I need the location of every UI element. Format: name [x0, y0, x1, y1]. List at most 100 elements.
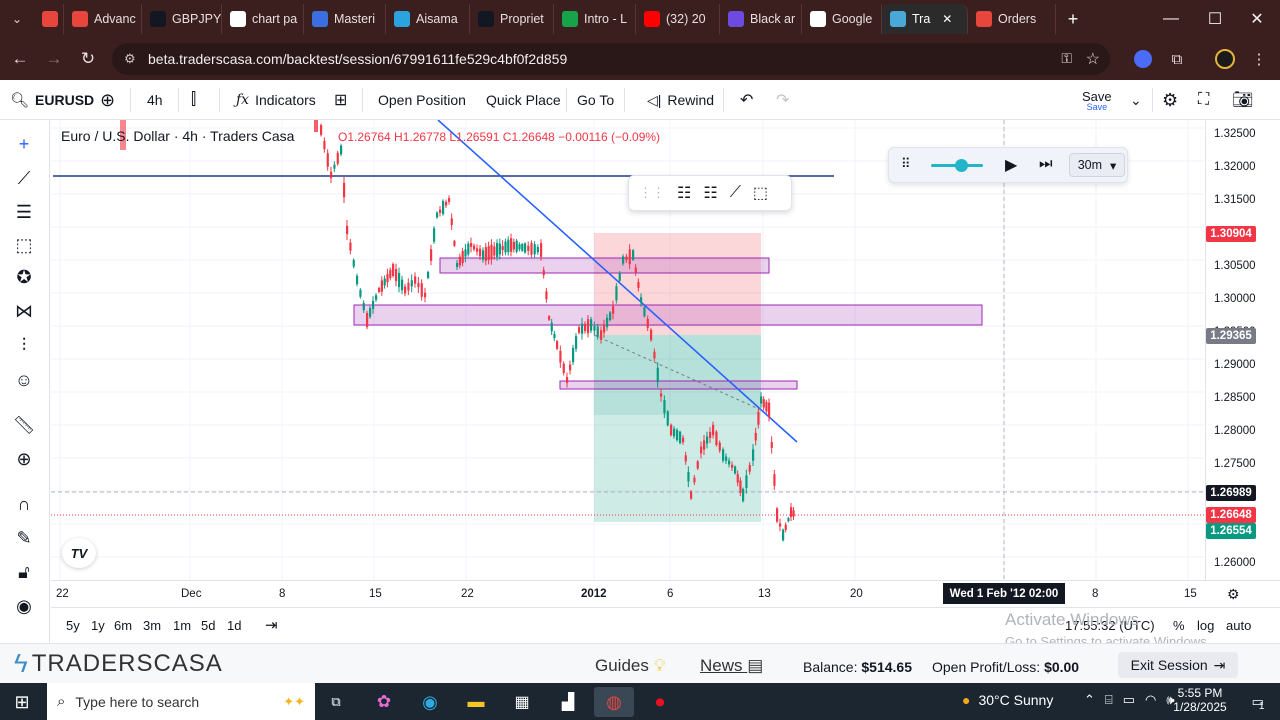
news-link[interactable]: News ▤	[700, 656, 763, 676]
open-position-button[interactable]: Open Position	[378, 80, 466, 120]
puzzle-icon[interactable]: ⧉	[1162, 44, 1192, 74]
chrome-button[interactable]: ◍	[594, 687, 634, 717]
fullscreen-button[interactable]: ⛶	[1198, 80, 1209, 120]
new-tab-button[interactable]: +	[1056, 4, 1090, 34]
speed-slider-thumb[interactable]	[955, 159, 968, 172]
interval-button[interactable]: 4h	[147, 80, 163, 120]
rewind-button[interactable]: ◁| Rewind	[647, 80, 714, 120]
bookmark-star-icon[interactable]: ☆	[1086, 49, 1100, 69]
step-forward-button[interactable]: ⏭︎	[1039, 155, 1053, 172]
range-button[interactable]: 3m	[143, 618, 161, 633]
password-key-icon[interactable]: ⚿	[1061, 50, 1072, 67]
icons-tool[interactable]: ☺	[10, 366, 38, 394]
browser-tab[interactable]: (32) 20	[636, 4, 720, 34]
guides-link[interactable]: Guides 💡︎	[595, 656, 666, 676]
browser-tab[interactable]: Google	[802, 4, 882, 34]
recorder-button[interactable]: ⏺︎	[640, 687, 680, 717]
range-button[interactable]: 6m	[114, 618, 132, 633]
save-button[interactable]: Save Save	[1082, 80, 1112, 120]
clock[interactable]: 5:55 PM 1/28/2025	[1168, 686, 1232, 714]
browser-tab[interactable]	[34, 4, 64, 34]
extension-icon[interactable]	[1128, 44, 1158, 74]
notifications-button[interactable]: ▭ 1	[1238, 687, 1278, 717]
measure-tool[interactable]: 📏︎	[10, 411, 38, 439]
goto-date-icon[interactable]: ⇥	[265, 616, 278, 634]
browser-tab[interactable]: Intro - L	[554, 4, 636, 34]
edge-button[interactable]: ◉	[410, 687, 450, 717]
close-tab-icon[interactable]: ✕	[942, 12, 952, 26]
traderscasa-logo[interactable]: ϟ TRADERSCASA	[14, 648, 223, 679]
auto-toggle[interactable]: auto	[1226, 618, 1251, 633]
browser-tab[interactable]: Masteri	[304, 4, 386, 34]
browser-tab[interactable]: chart pa	[222, 4, 304, 34]
range-button[interactable]: 1d	[227, 618, 241, 633]
metatrader-button[interactable]: ▟	[548, 687, 588, 717]
close-window-button[interactable]: ✕	[1234, 0, 1280, 38]
timezone-gear-icon[interactable]: ⚙	[1227, 586, 1240, 603]
log-toggle[interactable]: log	[1197, 618, 1214, 633]
percent-toggle[interactable]: %	[1173, 618, 1185, 633]
browser-tab[interactable]: GBPJPY	[142, 4, 222, 34]
system-tray[interactable]: ⌃ ⌸ ▭ ◠ 🕪︎	[1084, 692, 1175, 708]
drag-handle-icon[interactable]: ⋮⋮	[639, 185, 665, 201]
tab-search-icon[interactable]: ⌄	[0, 4, 34, 34]
weather-widget[interactable]: ● 30°C Sunny	[962, 692, 1053, 708]
maximize-button[interactable]: ☐	[1192, 0, 1238, 38]
quick-place-button[interactable]: Quick Place	[486, 80, 561, 120]
annotation-tool[interactable]: ✪	[10, 263, 38, 291]
range-button[interactable]: 5y	[66, 618, 80, 633]
range-button[interactable]: 1m	[173, 618, 191, 633]
fib-tool[interactable]: ☰	[10, 198, 38, 226]
lock-drawings-tool[interactable]: 🔓︎	[10, 558, 38, 586]
prediction-tool[interactable]: ⫶	[10, 331, 38, 359]
back-button[interactable]: ←	[3, 42, 37, 76]
pattern-tool[interactable]: ⋈	[10, 297, 38, 325]
forward-button[interactable]: →	[37, 42, 71, 76]
layouts-button[interactable]: ⊞	[334, 80, 347, 120]
tradingview-logo[interactable]: TV	[62, 538, 96, 568]
copilot-button[interactable]: ✿	[364, 687, 404, 717]
profile-avatar[interactable]	[1210, 44, 1240, 74]
trendline-tool[interactable]: ⟋	[10, 164, 38, 192]
browser-tab[interactable]: Tra ✕	[882, 4, 968, 34]
play-button[interactable]: ▶	[1005, 155, 1017, 175]
store-button[interactable]: ▦	[502, 687, 542, 717]
line-icon[interactable]: ⟋	[730, 184, 741, 202]
exit-session-button[interactable]: Exit Session ⇥	[1118, 652, 1238, 678]
replay-interval-select[interactable]: 30m ▾	[1069, 153, 1125, 177]
reload-button[interactable]: ↻	[71, 42, 105, 76]
task-view-button[interactable]: ⧉	[316, 687, 356, 717]
browser-tab[interactable]: Orders	[968, 4, 1056, 34]
compare-button[interactable]: ⊕	[100, 80, 115, 120]
screenshot-button[interactable]: 📷︎	[1232, 80, 1254, 120]
crosshair-tool[interactable]: +	[10, 130, 38, 158]
redo-button[interactable]: ↷	[776, 80, 789, 120]
minimize-button[interactable]: —	[1148, 0, 1194, 38]
rectangle-icon[interactable]: ⬚	[753, 183, 768, 203]
undo-button[interactable]: ↶	[740, 80, 753, 120]
hide-drawings-tool[interactable]: ◉	[10, 592, 38, 620]
short-position-icon[interactable]: ☷	[703, 183, 717, 203]
menu-icon[interactable]: ⋮	[1244, 44, 1274, 74]
browser-tab[interactable]: Propriet	[470, 4, 554, 34]
shape-tool[interactable]: ⬚	[10, 231, 38, 259]
url-field[interactable]: ⚙ beta.traderscasa.com/backtest/session/…	[112, 43, 1110, 75]
start-button[interactable]: ⊞	[2, 687, 42, 717]
settings-button[interactable]: ⚙	[1162, 80, 1178, 120]
browser-tab[interactable]: Advanc	[64, 4, 142, 34]
browser-tab[interactable]: Aisama	[386, 4, 470, 34]
go-to-button[interactable]: Go To	[577, 80, 614, 120]
site-info-icon[interactable]: ⚙	[124, 51, 136, 67]
taskbar-search[interactable]: ⌕ Type here to search ✦✦	[47, 683, 315, 720]
indicators-button[interactable]: ƒx Indicators	[236, 80, 316, 120]
symbol-search[interactable]: 🔍︎ EURUSD	[10, 80, 94, 120]
magnet-tool[interactable]: ∩	[10, 490, 38, 518]
long-position-icon[interactable]: ☷	[677, 183, 691, 203]
range-button[interactable]: 1y	[91, 618, 105, 633]
chart-type-button[interactable]: ⫿	[191, 80, 196, 120]
browser-tab[interactable]: Black ar	[720, 4, 802, 34]
zoom-tool[interactable]: ⊕	[10, 445, 38, 473]
keep-drawing-tool[interactable]: ✎	[10, 524, 38, 552]
explorer-button[interactable]: ▬	[456, 687, 496, 717]
drag-handle-icon[interactable]: ⠿	[901, 156, 911, 172]
